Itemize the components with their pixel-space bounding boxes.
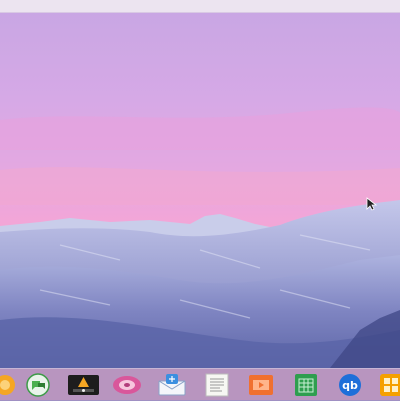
spreadsheet-icon[interactable]	[293, 373, 319, 397]
svg-text:qb: qb	[342, 379, 358, 392]
desktop: qb	[0, 0, 400, 401]
orange-grid-icon[interactable]	[379, 373, 400, 397]
media-player-icon[interactable]	[67, 373, 100, 397]
orange-circle-icon[interactable]	[0, 373, 18, 397]
mountain-wallpaper	[0, 0, 400, 400]
mail-icon[interactable]	[157, 373, 187, 397]
pink-disc-icon[interactable]	[112, 373, 142, 397]
document-viewer-icon[interactable]	[204, 373, 230, 397]
qbittorrent-icon[interactable]: qb	[335, 373, 365, 397]
mouse-pointer-icon	[366, 197, 378, 211]
top-panel	[0, 0, 400, 13]
green-speech-bubbles-icon[interactable]	[25, 373, 51, 397]
presentation-icon[interactable]	[248, 373, 274, 397]
dock: qb	[0, 368, 400, 401]
